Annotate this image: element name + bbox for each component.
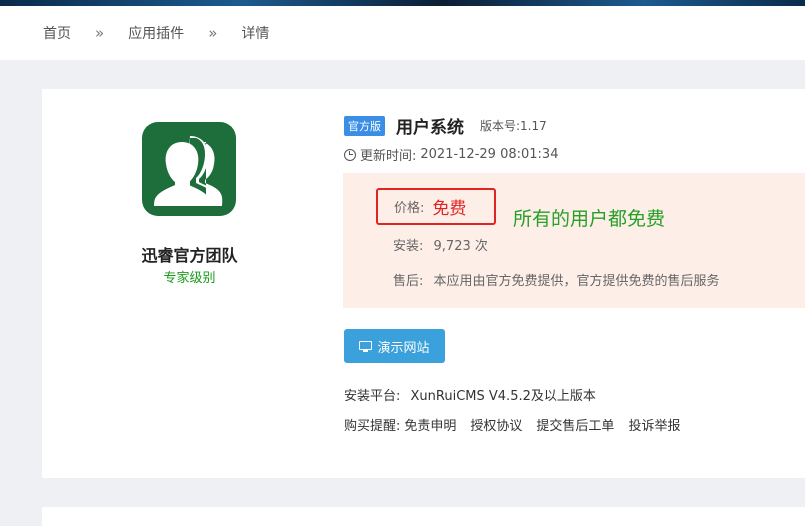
install-label: 安装: xyxy=(393,239,424,254)
pricing-box: 价格: 免费 所有的用户都免费 安装: 9,723 次 售后: 本应用由官方免费… xyxy=(343,173,805,308)
demo-button-label: 演示网站 xyxy=(377,340,430,356)
disclaimer-link[interactable]: 免责申明 xyxy=(404,415,456,434)
breadcrumb-separator: » xyxy=(208,24,218,42)
breadcrumb-plugins[interactable]: 应用插件 xyxy=(128,23,184,43)
breadcrumb-home[interactable]: 首页 xyxy=(43,23,71,43)
price-label: 价格: xyxy=(394,201,425,216)
price-highlight-box: 价格: 免费 xyxy=(376,188,496,225)
author-name[interactable]: 迅睿官方团队 xyxy=(102,242,277,266)
install-value: 9,723 次 xyxy=(433,239,488,254)
platform-label: 安装平台: xyxy=(344,389,401,404)
monitor-icon xyxy=(359,340,373,352)
service-label: 售后: xyxy=(393,274,424,289)
after-sales-row: 售后: 本应用由官方免费提供，官方提供免费的售后服务 xyxy=(393,270,720,289)
update-time-row: 更新时间: 2021-12-29 08:01:34 xyxy=(344,145,558,164)
clock-icon xyxy=(344,148,356,161)
title-row: 官方版 用户系统 版本号:1.17 xyxy=(344,113,547,138)
secondary-card xyxy=(42,507,805,526)
license-link[interactable]: 授权协议 xyxy=(470,415,522,434)
report-link[interactable]: 投诉举报 xyxy=(628,415,680,434)
update-time: 2021-12-29 08:01:34 xyxy=(420,147,559,162)
price-value: 免费 xyxy=(432,199,467,219)
version-label: 版本号: xyxy=(480,119,521,133)
update-label: 更新时间: xyxy=(360,149,417,164)
breadcrumb-current: 详情 xyxy=(241,26,270,42)
breadcrumb-separator: » xyxy=(95,24,105,42)
purchase-reminder-row: 购买提醒: 免责申明 授权协议 提交售后工单 投诉举报 xyxy=(344,415,680,434)
users-icon xyxy=(142,122,236,216)
version-text: 版本号:1.17 xyxy=(480,117,547,134)
remind-label: 购买提醒: xyxy=(344,419,401,434)
platform-row: 安装平台: XunRuiCMS V4.5.2及以上版本 xyxy=(344,385,596,404)
price-annotation: 所有的用户都免费 xyxy=(513,208,666,230)
official-badge: 官方版 xyxy=(344,115,385,136)
service-value: 本应用由官方免费提供，官方提供免费的售后服务 xyxy=(433,274,720,289)
demo-site-button[interactable]: 演示网站 xyxy=(344,329,445,363)
app-detail-card: 迅睿官方团队 专家级别 官方版 用户系统 版本号:1.17 更新时间: 2021… xyxy=(42,89,805,478)
submit-ticket-link[interactable]: 提交售后工单 xyxy=(536,415,614,434)
platform-value: XunRuiCMS V4.5.2及以上版本 xyxy=(410,389,596,404)
app-title: 用户系统 xyxy=(396,118,464,138)
version-value: 1.17 xyxy=(520,119,547,133)
install-count-row: 安装: 9,723 次 xyxy=(393,235,488,254)
author-level: 专家级别 xyxy=(163,271,216,286)
breadcrumb: 首页 » 应用插件 » 详情 xyxy=(0,6,805,60)
